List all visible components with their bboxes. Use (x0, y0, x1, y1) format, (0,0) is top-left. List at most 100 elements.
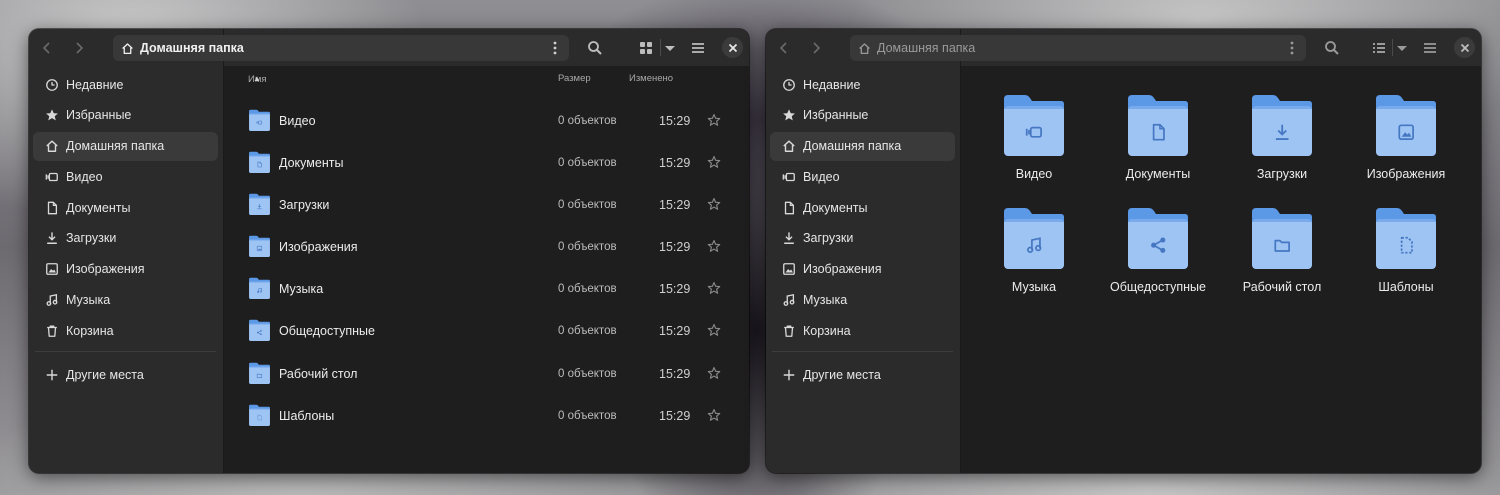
grid-item[interactable]: Рабочий стол (1227, 206, 1337, 294)
grid-item[interactable]: Видео (979, 93, 1089, 181)
sidebar-item-video[interactable]: Видео (33, 162, 218, 191)
folder-icon (1125, 93, 1191, 159)
table-row[interactable]: Видео 0 объектов 15:29 (224, 101, 749, 143)
search-button[interactable] (1318, 34, 1346, 62)
grid-item-label: Документы (1125, 167, 1191, 181)
grid-item[interactable]: Изображения (1351, 93, 1461, 181)
main-header: Домашняя папка (850, 29, 1481, 66)
file-name: Загрузки (279, 198, 330, 213)
folder-icon (248, 319, 271, 342)
sidebar-item-home[interactable]: Домашняя папка (770, 131, 955, 161)
close-icon (1460, 43, 1469, 52)
table-row[interactable]: Документы 0 объектов 15:29 (224, 143, 749, 185)
sidebar-item-star[interactable]: Избранные (33, 101, 218, 130)
sidebar-item-other-places[interactable]: Другие места (770, 360, 955, 389)
path-bar[interactable]: Домашняя папка (113, 35, 569, 61)
sidebar-item-label: Музыка (803, 293, 848, 308)
grid-item[interactable]: Шаблоны (1351, 206, 1461, 294)
chevron-left-icon (42, 41, 50, 54)
table-row[interactable]: Музыка 0 объектов 15:29 (224, 269, 749, 311)
sidebar-item-music[interactable]: Музыка (770, 286, 955, 315)
table-row[interactable]: Загрузки 0 объектов 15:29 (224, 185, 749, 227)
star-icon[interactable] (707, 323, 721, 337)
path-menu-icon[interactable] (547, 40, 563, 56)
file-name: Общедоступные (279, 324, 375, 339)
sidebar-item-clock[interactable]: Недавние (770, 70, 955, 99)
music-icon (782, 293, 796, 307)
star-icon[interactable] (707, 366, 721, 380)
main-header: Домашняя папка (113, 29, 749, 66)
folder-template-icon (1376, 208, 1436, 269)
back-button[interactable] (33, 34, 61, 62)
search-icon (588, 41, 602, 55)
main-menu-button[interactable] (684, 34, 712, 62)
view-options-button[interactable] (656, 34, 684, 62)
main-menu-button[interactable] (1416, 34, 1444, 62)
table-row[interactable]: Рабочий стол 0 объектов 15:29 (224, 354, 749, 396)
sidebar-item-home[interactable]: Домашняя папка (33, 131, 218, 161)
file-modified: 15:29 (659, 114, 691, 128)
sidebar-separator (772, 351, 953, 353)
view-options-button[interactable] (1388, 34, 1416, 62)
grid-item-label: Музыка (1011, 280, 1057, 294)
main-pane: Домашняя папка Видео Документы Загрузки (850, 29, 1481, 473)
grid-item[interactable]: Загрузки (1227, 93, 1337, 181)
star-icon[interactable] (707, 239, 721, 253)
grid-item-label: Общедоступные (1110, 280, 1206, 294)
file-size: 0 объектов (558, 283, 617, 296)
path-menu-icon[interactable] (1284, 40, 1300, 56)
places-list: Недавние Избранные Домашняя папка Видео … (770, 70, 955, 391)
file-modified: 15:29 (659, 240, 691, 255)
table-row[interactable]: Общедоступные 0 объектов 15:29 (224, 311, 749, 353)
sidebar-item-label: Недавние (66, 77, 124, 92)
file-modified: 15:29 (659, 324, 691, 339)
star-icon[interactable] (707, 408, 721, 422)
grid-item-label: Рабочий стол (1242, 280, 1322, 294)
file-name: Видео (279, 114, 316, 128)
star-icon[interactable] (707, 281, 721, 295)
caret-down-icon (665, 46, 675, 51)
sidebar-item-star[interactable]: Избранные (770, 101, 955, 130)
places-list: Недавние Избранные Домашняя папка Видео … (33, 70, 218, 391)
home-icon (121, 42, 140, 55)
close-button[interactable] (722, 37, 743, 58)
forward-button[interactable] (802, 34, 830, 62)
grid-item[interactable]: Музыка (979, 206, 1089, 294)
file-modified: 15:29 (659, 366, 691, 381)
table-row[interactable]: Изображения 0 объектов 15:29 (224, 227, 749, 269)
sidebar-item-video[interactable]: Видео (770, 162, 955, 191)
sidebar-item-music[interactable]: Музыка (33, 286, 218, 315)
sidebar-item-document[interactable]: Документы (33, 193, 218, 222)
forward-button[interactable] (65, 34, 93, 62)
sidebar-item-trash[interactable]: Корзина (770, 316, 955, 345)
folder-document-icon (1128, 95, 1188, 156)
chevron-left-icon (779, 41, 787, 54)
sidebar-item-trash[interactable]: Корзина (33, 316, 218, 345)
file-modified: 15:29 (659, 198, 691, 213)
sidebar-item-other-places[interactable]: Другие места (33, 360, 218, 389)
back-button[interactable] (770, 34, 798, 62)
search-button[interactable] (581, 34, 609, 62)
close-button[interactable] (1454, 37, 1475, 58)
grid-item[interactable]: Общедоступные (1103, 206, 1213, 294)
sidebar-item-download[interactable]: Загрузки (33, 224, 218, 253)
file-manager-window-list: Недавние Избранные Домашняя папка Видео … (29, 29, 749, 473)
table-row[interactable]: Шаблоны 0 объектов 15:29 (224, 396, 749, 438)
column-size[interactable]: Размер (558, 73, 591, 84)
sidebar-item-image[interactable]: Изображения (770, 255, 955, 284)
sidebar-item-download[interactable]: Загрузки (770, 224, 955, 253)
path-bar[interactable]: Домашняя папка (850, 35, 1306, 61)
folder-document-icon (249, 151, 270, 174)
sidebar-item-image[interactable]: Изображения (33, 255, 218, 284)
sidebar-item-clock[interactable]: Недавние (33, 70, 218, 99)
star-icon[interactable] (707, 197, 721, 211)
star-icon[interactable] (707, 113, 721, 127)
grid-item[interactable]: Документы (1103, 93, 1213, 181)
folder-download-icon (1252, 95, 1312, 156)
sidebar-item-label: Домашняя папка (66, 139, 165, 154)
folder-icon (248, 362, 271, 385)
file-size: 0 объектов (558, 409, 617, 422)
star-icon[interactable] (707, 155, 721, 169)
column-modified[interactable]: Изменено (629, 73, 673, 84)
sidebar-item-document[interactable]: Документы (770, 193, 955, 222)
